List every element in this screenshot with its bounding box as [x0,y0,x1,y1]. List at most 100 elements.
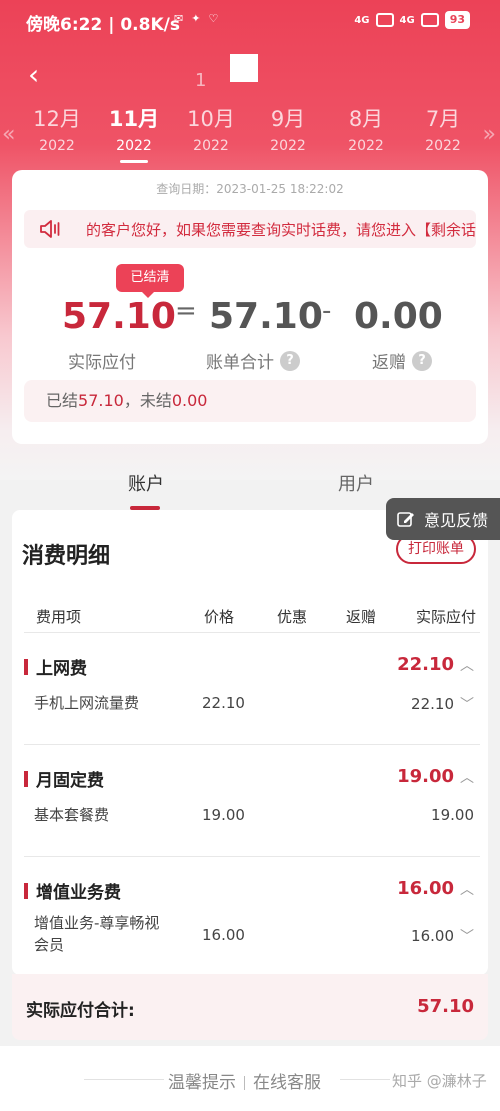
category-marker [24,658,28,675]
status-time: 傍晚6:22 | 0.8K/s [26,15,180,35]
active-indicator [120,160,148,163]
equals-sign: = [175,296,197,326]
category-amount-value: 16.00 [397,878,454,899]
tab-account[interactable]: 账户 [128,470,164,496]
category-title[interactable]: 上网费 [24,654,87,679]
item-amount-value: 22.10 [411,695,454,713]
item-price: 22.10 [202,694,245,712]
category-title[interactable]: 月固定费 [24,766,104,791]
help-icon[interactable]: ? [412,350,432,371]
signal-icon [420,13,439,27]
settled-value: 57.10 [78,391,124,410]
category-amount[interactable]: 22.10 ︿ [397,654,474,675]
item-amount-value: 16.00 [411,927,454,945]
item-price: 16.00 [202,926,245,944]
bill-total-label: 账单合计 ? [206,348,300,373]
feedback-label: 意见反馈 [424,511,489,530]
month-tab[interactable]: 7月 2022 [408,104,478,158]
header-actual: 实际应付 [416,608,477,626]
header-price: 价格 [204,608,235,626]
footer: 温馨提示 在线客服 知乎 @濂林子 [0,1046,500,1111]
year-label: 2022 [39,138,75,154]
year-label: 2022 [270,138,306,154]
actual-label: 实际应付 [68,348,136,373]
total-summary-bar: 实际应付合计: 57.10 [12,974,488,1040]
category-amount-value: 19.00 [397,766,454,787]
table-header: 费用项 价格 优惠 返赠 实际应付 [12,606,488,632]
item-name: 基本套餐费 [34,806,110,824]
year-label: 2022 [116,138,152,154]
signal-label: 4G [399,14,415,26]
bill-total-label-text: 账单合计 [206,353,274,373]
category-amount[interactable]: 16.00 ︿ [397,878,474,899]
settled-prefix: 已结 [46,391,79,410]
consumption-detail-card: 消费明细 打印账单 费用项 价格 优惠 返赠 实际应付 上网费 22.10 ︿ … [12,510,488,975]
back-button[interactable]: ‹ [28,58,39,91]
page-title: 1 [195,70,207,91]
category-name: 增值业务费 [36,883,121,903]
item-amount[interactable]: 22.10 ﹀ [411,694,474,714]
battery-icon: 93 [444,11,470,29]
month-label: 8月 [348,107,384,131]
divider [340,1079,390,1080]
month-label: 12月 [33,107,81,131]
chevron-left-icon[interactable]: « [2,122,15,147]
bill-summary-card: 查询日期：2023-01-25 18:22:02 的客户您好，如果您需要查询实时… [12,170,488,444]
item-amount[interactable]: 16.00 ﹀ [411,926,474,946]
category-marker [24,882,28,899]
year-label: 2022 [425,138,461,154]
query-date: 查询日期：2023-01-25 18:22:02 [156,182,344,196]
bill-total-amount: 57.10 [209,296,323,337]
category-title[interactable]: 增值业务费 [24,878,121,903]
minus-sign: - [322,296,332,326]
month-tab[interactable]: 9月 2022 [253,104,323,158]
month-tab-active[interactable]: 11月 2022 [99,104,169,163]
chevron-right-icon[interactable]: » [483,122,496,147]
divider [24,744,480,745]
gift-label: 返赠 ? [372,348,432,373]
month-label: 11月 [108,107,160,131]
help-icon[interactable]: ? [280,350,300,371]
item-price: 19.00 [202,806,245,824]
month-label: 9月 [270,107,306,131]
app-icon: ✉ [174,12,184,25]
chevron-up-icon: ︿ [460,769,474,786]
gift-label-text: 返赠 [372,353,406,373]
category-name: 月固定费 [36,771,104,791]
settled-summary: 已结57.10，未结0.00 [24,380,476,422]
notice-banner[interactable]: 的客户您好，如果您需要查询实时话费，请您进入【剩余话 [24,210,476,248]
chevron-up-icon: ︿ [460,881,474,898]
month-tab[interactable]: 8月 2022 [331,104,401,158]
notification-icons: ✉ ✦ ♡ [174,12,218,25]
divider [84,1079,164,1080]
online-service-link[interactable]: 在线客服 [253,1073,321,1093]
notice-text: 的客户您好，如果您需要查询实时话费，请您进入【剩余话 [86,221,476,239]
app-icon: ✦ [191,12,201,25]
month-tab[interactable]: 10月 2022 [176,104,246,158]
item-amount-value: 19.00 [431,806,474,824]
chevron-up-icon: ︿ [460,657,474,674]
month-selector: « 12月 2022 11月 2022 10月 2022 9月 2022 8月 … [0,104,500,163]
total-label: 实际应付合计: [26,1001,135,1021]
category-amount[interactable]: 19.00 ︿ [397,766,474,787]
signal-icon [375,13,394,27]
status-right: 4G 4G 93 [354,11,470,29]
month-label: 10月 [187,107,235,131]
tab-user[interactable]: 用户 [338,470,374,496]
feedback-button[interactable]: 意见反馈 [386,498,500,540]
status-badge: 已结清 [116,264,184,298]
redacted-title-block [230,54,258,82]
actual-amount: 57.10 [62,296,176,337]
gift-amount: 0.00 [354,296,443,337]
category-name: 上网费 [36,659,87,679]
month-tab[interactable]: 12月 2022 [22,104,92,158]
heart-icon: ♡ [208,12,219,25]
month-label: 7月 [425,107,461,131]
detail-title: 消费明细 [22,544,111,569]
item-name: 增值业务-尊享畅视 会员 [34,912,159,956]
footer-links: 温馨提示 在线客服 [168,1068,321,1093]
separator [244,1076,245,1090]
edit-icon [397,512,414,527]
tips-link[interactable]: 温馨提示 [168,1073,236,1093]
chevron-down-icon: ﹀ [460,697,474,713]
